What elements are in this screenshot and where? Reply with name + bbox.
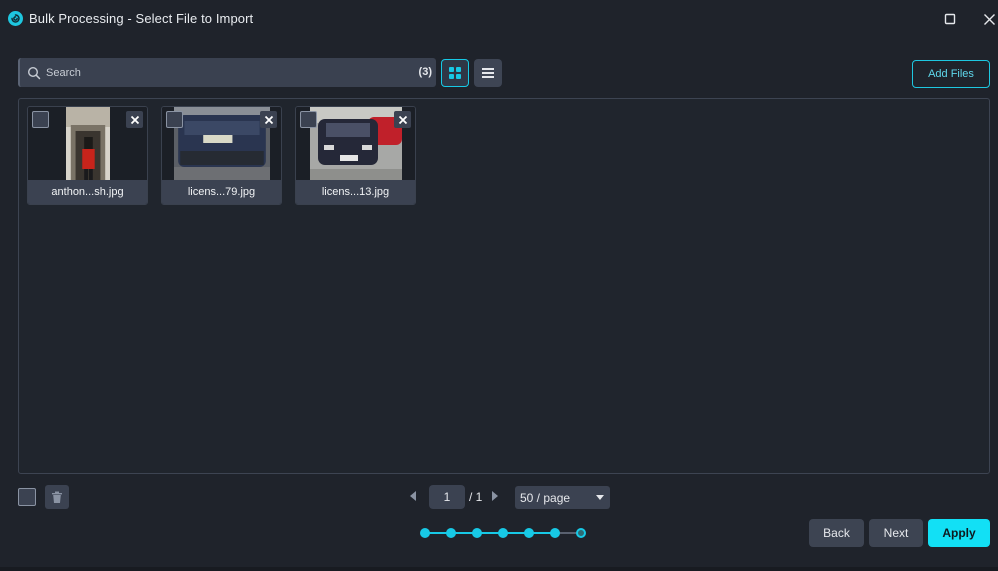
window-title: Bulk Processing - Select File to Import — [29, 11, 254, 26]
stepper-step — [576, 528, 586, 538]
page-number-input[interactable] — [429, 485, 465, 509]
file-grid-panel: anthon...sh.jpg licens...79.jpg licens..… — [18, 98, 990, 474]
grid-icon — [449, 67, 461, 79]
next-page-icon[interactable] — [490, 490, 500, 502]
remove-file-button[interactable] — [260, 111, 277, 128]
maximize-button[interactable] — [939, 8, 961, 30]
search-icon — [27, 66, 41, 80]
remove-file-button[interactable] — [126, 111, 143, 128]
page-size-select[interactable]: 50 / page — [515, 486, 610, 509]
stepper-step — [524, 528, 534, 538]
grid-view-button[interactable] — [441, 59, 469, 87]
stepper-step — [446, 528, 456, 538]
list-icon — [482, 68, 494, 78]
file-checkbox[interactable] — [300, 111, 317, 128]
back-button[interactable]: Back — [809, 519, 864, 547]
file-thumbnail-image — [65, 107, 110, 180]
file-card[interactable]: licens...79.jpg — [161, 106, 282, 205]
page-size-value: 50 / page — [520, 490, 571, 505]
stepper-step — [420, 528, 430, 538]
delete-selected-button[interactable] — [45, 485, 69, 509]
file-count: (3) — [418, 66, 432, 78]
file-card[interactable]: licens...13.jpg — [295, 106, 416, 205]
remove-file-button[interactable] — [394, 111, 411, 128]
search-box: (3) — [18, 58, 436, 87]
search-input[interactable] — [46, 62, 406, 83]
apply-button[interactable]: Apply — [928, 519, 990, 547]
page-total: / 1 — [469, 490, 483, 504]
file-name: licens...79.jpg — [162, 180, 281, 204]
chevron-down-icon — [596, 495, 604, 500]
file-name: anthon...sh.jpg — [28, 180, 147, 204]
file-checkbox[interactable] — [32, 111, 49, 128]
file-thumbnail-image — [309, 107, 402, 180]
progress-stepper — [420, 527, 590, 539]
close-icon — [398, 115, 407, 124]
file-checkbox[interactable] — [166, 111, 183, 128]
title-bar: Bulk Processing - Select File to Import — [0, 0, 998, 38]
select-all-checkbox[interactable] — [18, 488, 36, 506]
x-icon — [983, 13, 995, 25]
next-button[interactable]: Next — [869, 519, 923, 547]
add-files-button[interactable]: Add Files — [912, 60, 990, 88]
app-logo-icon — [8, 11, 23, 26]
taskbar-strip — [0, 567, 998, 571]
close-icon — [264, 115, 273, 124]
square-icon — [944, 13, 956, 25]
stepper-step — [550, 528, 560, 538]
stepper-step — [498, 528, 508, 538]
close-button[interactable] — [978, 8, 998, 30]
list-view-button[interactable] — [474, 59, 502, 87]
file-card[interactable]: anthon...sh.jpg — [27, 106, 148, 205]
file-thumbnail-image — [173, 107, 270, 180]
stepper-step — [472, 528, 482, 538]
file-name: licens...13.jpg — [296, 180, 415, 204]
trash-icon — [52, 491, 62, 503]
previous-page-icon[interactable] — [408, 490, 418, 502]
close-icon — [130, 115, 139, 124]
